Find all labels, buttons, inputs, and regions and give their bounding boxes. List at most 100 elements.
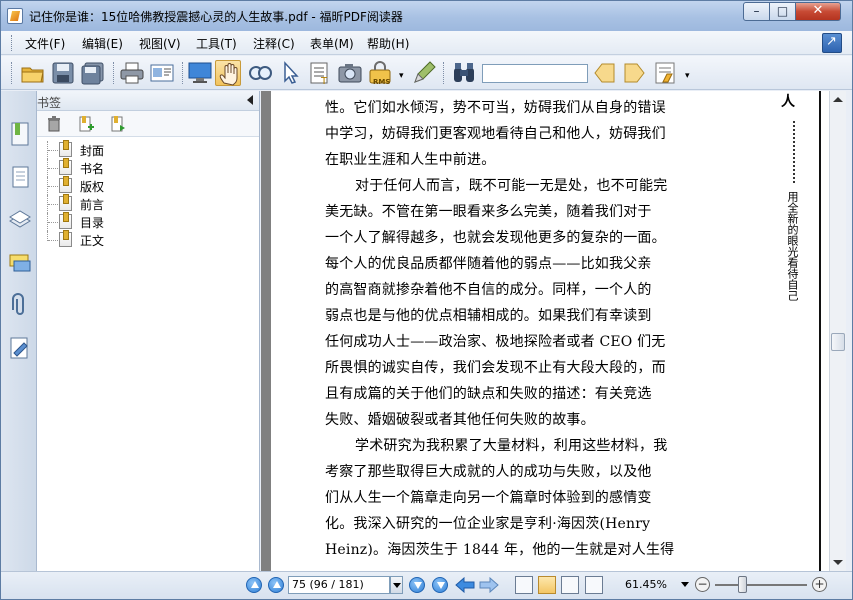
bookmark-item[interactable]: 目录 bbox=[47, 212, 247, 231]
document-text-line: 化。我深入研究的一位企业家是亨利·海因茨(Henry bbox=[325, 516, 651, 532]
comments-tab-icon[interactable] bbox=[8, 251, 32, 277]
save-as-icon[interactable] bbox=[80, 60, 106, 86]
bookmark-item[interactable]: 前言 bbox=[47, 194, 247, 213]
document-text-line: 性。它们如水倾泻，势不可当，妨碍我们从自身的错误 bbox=[325, 100, 666, 116]
bookmark-page-icon bbox=[59, 176, 72, 193]
window-title: 记住你是谁：15位哈佛教授震撼心灵的人生故事.pdf - 福昕PDF阅读器 bbox=[29, 10, 403, 24]
scroll-up-icon[interactable] bbox=[833, 97, 843, 102]
find-binoculars-icon[interactable] bbox=[451, 60, 477, 86]
next-page-icon[interactable] bbox=[409, 577, 425, 593]
menu-view[interactable]: 视图(V) bbox=[139, 35, 181, 52]
bookmark-item[interactable]: 书名 bbox=[47, 158, 247, 177]
menu-comment[interactable]: 注释(C) bbox=[253, 35, 295, 52]
document-text-line: 的高智商就掺杂着他不自信的成分。同样，一个人的 bbox=[325, 282, 652, 298]
bookmark-item[interactable]: 正文 bbox=[47, 230, 247, 249]
document-text-line: 在职业生涯和人生中前进。 bbox=[325, 152, 496, 168]
continuous-view-icon[interactable] bbox=[538, 576, 556, 594]
add-child-bookmark-icon[interactable] bbox=[109, 115, 127, 133]
zoom-slider-track[interactable] bbox=[715, 584, 807, 586]
pdf-page[interactable]: 性。它们如水倾泻，势不可当，妨碍我们从自身的错误 中学习，妨碍我们更客观地看待自… bbox=[271, 91, 829, 571]
go-back-icon[interactable] bbox=[455, 576, 475, 594]
single-page-view-icon[interactable] bbox=[515, 576, 533, 594]
page-number-input[interactable]: 75 (96 / 181) bbox=[288, 576, 390, 594]
find-next-icon[interactable] bbox=[621, 60, 647, 86]
document-view[interactable]: 性。它们如水倾泻，势不可当，妨碍我们从自身的错误 中学习，妨碍我们更客观地看待自… bbox=[261, 91, 829, 571]
layers-tab-icon[interactable] bbox=[8, 207, 32, 233]
zoom-glass-icon[interactable] bbox=[247, 60, 273, 86]
add-bookmark-icon[interactable] bbox=[77, 115, 95, 133]
menu-grip[interactable] bbox=[11, 35, 14, 51]
print-icon[interactable] bbox=[119, 60, 145, 86]
bookmark-panel-header: 书签 bbox=[37, 91, 259, 111]
toolbar-separator bbox=[443, 62, 445, 84]
bookmark-item[interactable]: 版权 bbox=[47, 176, 247, 195]
fullscreen-icon[interactable] bbox=[187, 60, 213, 86]
app-window: 记住你是谁：15位哈佛教授震撼心灵的人生故事.pdf - 福昕PDF阅读器 – … bbox=[0, 0, 853, 600]
signatures-tab-icon[interactable] bbox=[8, 335, 32, 361]
status-bar: 75 (96 / 181) 61.45% − + bbox=[1, 571, 852, 599]
zoom-out-icon[interactable]: − bbox=[695, 577, 710, 592]
zoom-level[interactable]: 61.45% bbox=[625, 578, 667, 591]
foxit-app-icon[interactable] bbox=[7, 8, 23, 24]
document-text-line: 一个人了解得越多，也就会发现他更多的复杂的一面。 bbox=[325, 230, 666, 246]
side-panel-tabs bbox=[1, 91, 37, 571]
bookmarks-tab-icon[interactable] bbox=[8, 121, 32, 147]
page-edge bbox=[819, 91, 829, 571]
facing-view-icon[interactable] bbox=[561, 576, 579, 594]
go-forward-icon[interactable] bbox=[479, 576, 499, 594]
vertical-scrollbar[interactable] bbox=[829, 91, 846, 571]
bookmark-page-icon bbox=[59, 140, 72, 157]
close-button[interactable]: ✕ bbox=[795, 2, 841, 21]
open-folder-icon[interactable] bbox=[20, 60, 46, 86]
properties-icon[interactable] bbox=[149, 60, 175, 86]
previous-page-icon[interactable] bbox=[268, 577, 284, 593]
title-bar[interactable]: 记住你是谁：15位哈佛教授震撼心灵的人生故事.pdf - 福昕PDF阅读器 – … bbox=[1, 1, 852, 31]
highlight-icon[interactable] bbox=[653, 60, 679, 86]
menu-file[interactable]: 文件(F) bbox=[25, 35, 65, 52]
scroll-down-icon[interactable] bbox=[833, 560, 843, 565]
bookmark-page-icon bbox=[59, 158, 72, 175]
find-input[interactable] bbox=[482, 64, 588, 83]
minimize-button[interactable]: – bbox=[743, 2, 770, 21]
hand-tool-icon[interactable] bbox=[215, 60, 241, 86]
zoom-in-icon[interactable]: + bbox=[812, 577, 827, 592]
menu-edit[interactable]: 编辑(E) bbox=[82, 35, 123, 52]
toolbar-grip bbox=[11, 62, 13, 84]
zoom-slider-thumb[interactable] bbox=[738, 576, 748, 593]
save-icon[interactable] bbox=[50, 60, 76, 86]
page-dropdown-icon[interactable] bbox=[390, 576, 403, 594]
select-arrow-icon[interactable] bbox=[277, 60, 303, 86]
corner-link-icon[interactable] bbox=[822, 33, 842, 53]
rms-dropdown-arrow[interactable]: ▾ bbox=[399, 71, 404, 81]
bookmark-item[interactable]: 封面 bbox=[47, 140, 247, 159]
first-page-icon[interactable] bbox=[246, 577, 262, 593]
edit-icon[interactable] bbox=[411, 60, 437, 86]
zoom-dropdown-icon[interactable] bbox=[681, 582, 689, 587]
menu-bar: 文件(F) 编辑(E) 视图(V) 工具(T) 注释(C) 表单(M) 帮助(H… bbox=[1, 31, 852, 55]
pages-tab-icon[interactable] bbox=[8, 163, 32, 189]
snapshot-icon[interactable] bbox=[337, 60, 363, 86]
document-text-line: 失败、婚姻破裂或者其他任何失败的故事。 bbox=[325, 412, 595, 428]
menu-help[interactable]: 帮助(H) bbox=[367, 35, 409, 52]
document-text-line: 且有成篇的关于他们的缺点和失败的描述：有关竞选 bbox=[325, 386, 652, 402]
document-text-line: 学术研究为我积累了大量材料，利用这些材料，我 bbox=[355, 438, 668, 454]
last-page-icon[interactable] bbox=[432, 577, 448, 593]
collapse-panel-icon[interactable] bbox=[247, 95, 253, 105]
menu-tools[interactable]: 工具(T) bbox=[196, 35, 237, 52]
find-prev-icon[interactable] bbox=[592, 60, 618, 86]
bookmark-page-icon bbox=[59, 194, 72, 211]
bookmark-tools bbox=[37, 111, 259, 137]
attachments-tab-icon[interactable] bbox=[8, 293, 32, 319]
document-text-line: 考察了那些取得巨大成就的人的成功与失败，以及他 bbox=[325, 464, 652, 480]
text-select-icon[interactable]: T bbox=[307, 60, 333, 87]
delete-bookmark-icon[interactable] bbox=[45, 115, 63, 133]
document-text-line: 们从人生一个篇章走向另一个篇章时体验到的感情变 bbox=[325, 490, 652, 506]
maximize-button[interactable]: □ bbox=[769, 2, 796, 21]
scroll-thumb[interactable] bbox=[831, 333, 845, 351]
highlight-dropdown-arrow[interactable]: ▾ bbox=[685, 71, 690, 81]
menu-form[interactable]: 表单(M) bbox=[310, 35, 354, 52]
bookmark-page-icon bbox=[59, 230, 72, 247]
continuous-facing-view-icon[interactable] bbox=[585, 576, 603, 594]
bookmark-panel: 书签 封面 书名 版权 前言 目录 正文 bbox=[37, 91, 260, 571]
document-text-line: 弱点也是与他的优点相辅相成的。如果我们有幸读到 bbox=[325, 308, 652, 324]
